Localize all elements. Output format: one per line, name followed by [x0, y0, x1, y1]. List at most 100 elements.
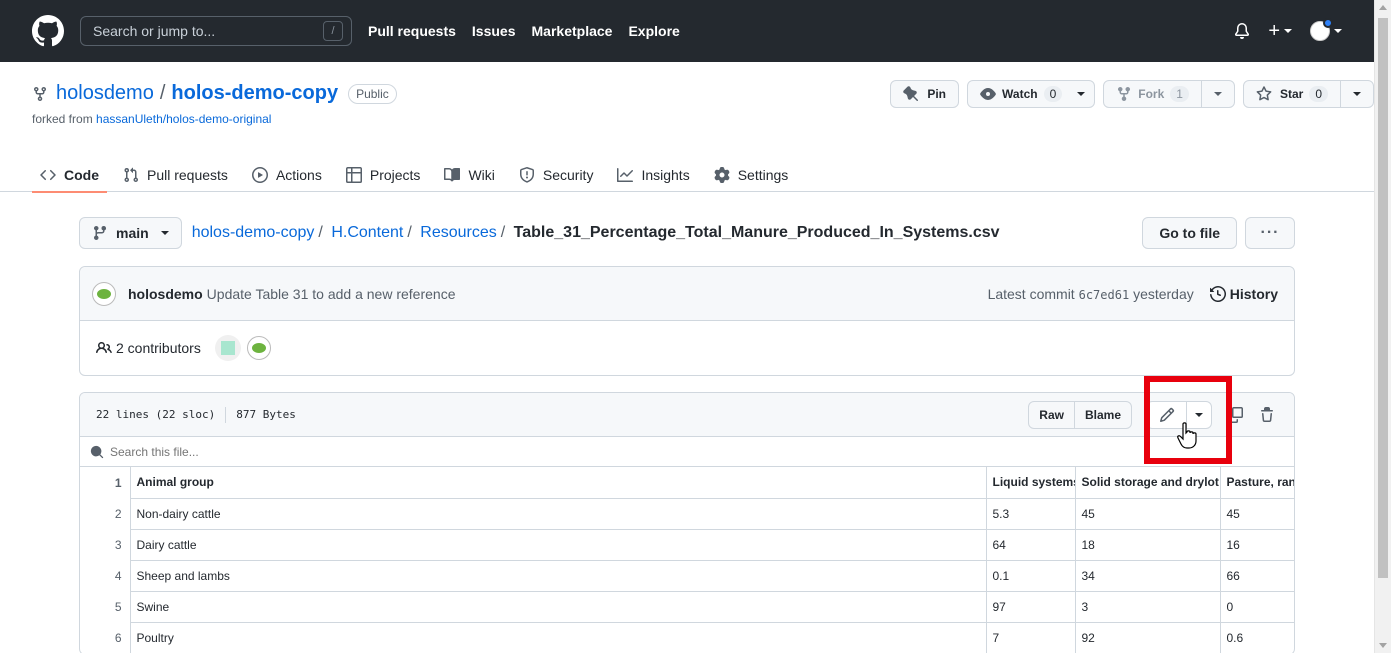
scroll-up-arrow-icon[interactable] — [1379, 5, 1387, 10]
play-icon — [251, 167, 268, 183]
delete-button[interactable] — [1256, 406, 1278, 423]
eye-icon — [980, 88, 996, 100]
forked-from: forked from hassanUleth/holos-demo-origi… — [32, 112, 271, 126]
forked-from-link[interactable]: hassanUleth/holos-demo-original — [96, 112, 271, 126]
fork-button[interactable]: Fork 1 — [1103, 80, 1235, 108]
column-header: Animal group — [130, 467, 987, 499]
latest-commit-prefix: Latest commit — [987, 285, 1075, 302]
tab-code[interactable]: Code — [32, 158, 107, 193]
tab-projects[interactable]: Projects — [338, 158, 429, 192]
branch-selector[interactable]: main — [79, 217, 182, 249]
nav-marketplace[interactable]: Marketplace — [532, 23, 613, 39]
tab-projects-label: Projects — [369, 167, 421, 183]
tab-wiki[interactable]: Wiki — [436, 158, 502, 192]
repo-header: holosdemo / holos-demo-copy Public forke… — [0, 62, 1374, 193]
table-cell: 18 — [1075, 529, 1221, 561]
commit-time: yesterday — [1133, 285, 1194, 302]
create-new-menu[interactable]: + — [1268, 20, 1292, 42]
file-search-input[interactable] — [110, 444, 510, 459]
more-options-button[interactable]: ··· — [1245, 217, 1295, 249]
file-header: 22 lines (22 sloc) 877 Bytes Raw Blame — [80, 393, 1294, 437]
branch-name: main — [116, 225, 149, 241]
contributor-avatar[interactable] — [214, 335, 241, 361]
tab-code-label: Code — [64, 167, 99, 183]
forked-prefix: forked from — [32, 112, 93, 126]
watch-button[interactable]: Watch 0 — [967, 80, 1096, 108]
chevron-down-icon — [160, 231, 169, 235]
contributor-avatar[interactable] — [246, 336, 271, 360]
line-number[interactable]: 6 — [80, 622, 131, 653]
vertical-scrollbar[interactable] — [1374, 0, 1391, 653]
tab-pull-requests-label: Pull requests — [147, 167, 228, 183]
chevron-down-icon — [1213, 92, 1222, 96]
breadcrumb-dir-resources[interactable]: Resources — [420, 224, 496, 241]
repo-forked-icon — [34, 86, 46, 101]
star-dropdown[interactable] — [1341, 92, 1373, 96]
user-menu[interactable] — [1310, 18, 1342, 41]
pin-button[interactable]: Pin — [890, 80, 960, 108]
chevron-down-icon — [1334, 29, 1342, 33]
go-to-file-button[interactable]: Go to file — [1142, 217, 1237, 249]
tab-pull-requests[interactable]: Pull requests — [115, 158, 236, 192]
watch-label: Watch — [1002, 87, 1038, 101]
history-button[interactable]: History — [1209, 286, 1278, 302]
line-number[interactable]: 4 — [80, 560, 131, 591]
csv-table: 1 Animal group Liquid systems Solid stor… — [80, 467, 1294, 653]
line-number[interactable]: 3 — [80, 529, 131, 560]
tab-actions[interactable]: Actions — [244, 158, 330, 192]
watch-dropdown[interactable] — [1068, 92, 1094, 96]
table-cell: 16 — [1220, 529, 1294, 561]
repo-name-link[interactable]: holos-demo-copy — [171, 82, 338, 105]
github-logo-icon[interactable] — [32, 15, 64, 47]
tab-security[interactable]: Security — [511, 158, 602, 192]
repo-owner-link[interactable]: holosdemo — [56, 82, 154, 105]
breadcrumb-sep: / — [500, 224, 506, 241]
tab-insights[interactable]: Insights — [609, 158, 697, 192]
nav-explore[interactable]: Explore — [628, 23, 679, 39]
search-shortcut-key: / — [323, 21, 343, 41]
avatar[interactable] — [92, 281, 116, 306]
column-header: Liquid systems — [986, 467, 1076, 499]
contributors-count[interactable]: 2 contributors — [116, 340, 201, 356]
nav-pull-requests[interactable]: Pull requests — [368, 23, 456, 39]
raw-button[interactable]: Raw — [1029, 401, 1075, 428]
star-button[interactable]: Star 0 — [1242, 80, 1374, 108]
avatar-logo — [251, 343, 266, 353]
scrollbar-thumb[interactable] — [1378, 18, 1388, 578]
chevron-down-icon — [1284, 29, 1292, 33]
line-number[interactable]: 2 — [80, 498, 131, 529]
file-viewer: 22 lines (22 sloc) 877 Bytes Raw Blame S… — [79, 392, 1295, 653]
shield-icon — [519, 167, 534, 183]
chevron-down-icon — [1077, 92, 1086, 96]
file-size: 877 Bytes — [236, 408, 296, 421]
breadcrumb-root[interactable]: holos-demo-copy — [192, 224, 315, 241]
commit-author[interactable]: holosdemo — [128, 286, 203, 302]
chevron-down-icon — [1353, 92, 1361, 96]
fork-dropdown[interactable] — [1202, 92, 1234, 96]
branch-icon — [93, 226, 106, 241]
avatar-logo — [97, 288, 111, 299]
commit-message[interactable]: Update Table 31 to add a new reference — [207, 286, 456, 302]
breadcrumb-dir-hcontent[interactable]: H.Content — [331, 224, 403, 241]
table-cell: Sheep and lambs — [130, 560, 987, 592]
global-search-input[interactable]: Search or jump to... / — [80, 16, 352, 46]
blame-button[interactable]: Blame — [1075, 402, 1131, 428]
file-search-bar — [80, 437, 1294, 467]
bell-icon[interactable] — [1234, 23, 1250, 39]
plus-icon: + — [1268, 20, 1280, 42]
divider — [225, 406, 227, 423]
latest-commit-row: holosdemo Update Table 31 to add a new r… — [80, 267, 1294, 321]
repo-actions: Pin Watch 0 Fork 1 Star 0 — [890, 80, 1374, 108]
commit-sha[interactable]: 6c7ed61 — [1079, 288, 1130, 302]
tab-settings[interactable]: Settings — [706, 158, 797, 192]
breadcrumb: holos-demo-copy / H.Content / Resources / T… — [192, 224, 1000, 242]
nav-issues[interactable]: Issues — [472, 23, 516, 39]
scroll-down-arrow-icon[interactable] — [1379, 643, 1387, 648]
tab-actions-label: Actions — [275, 167, 322, 183]
table-row: 4 Sheep and lambs 0.1 34 66 — [80, 560, 1294, 592]
table-cell: Poultry — [130, 622, 987, 653]
line-number[interactable]: 5 — [80, 591, 131, 622]
line-number[interactable]: 1 — [80, 467, 131, 498]
view-mode-group: Raw Blame — [1028, 400, 1132, 429]
git-pull-request-icon — [124, 167, 139, 183]
